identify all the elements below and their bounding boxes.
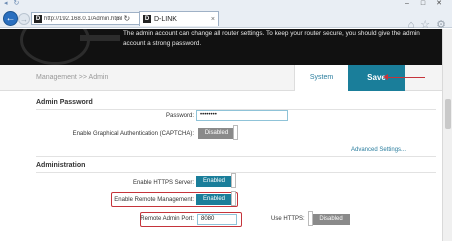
https-server-toggle[interactable]: Enabled (196, 176, 232, 187)
tab-favicon-icon: D (143, 15, 151, 23)
breadcrumb: Management >> Admin (36, 74, 109, 81)
captcha-toggle[interactable]: Disabled (198, 128, 235, 139)
back-button[interactable]: ← (3, 11, 18, 26)
key-shaft-graphic (80, 35, 120, 41)
password-input[interactable]: •••••••• (196, 110, 288, 121)
page-header-bar: Management >> Admin System Save (0, 65, 442, 91)
vertical-scrollbar[interactable] (442, 29, 452, 241)
refresh-quick-icon[interactable]: ↻ (14, 0, 20, 8)
router-admin-page: The admin account can change all router … (0, 29, 442, 241)
use-https-toggle-state: Disabled (319, 216, 343, 222)
admin-password-title: Admin Password (36, 99, 93, 106)
remote-management-toggle[interactable]: Enabled (196, 194, 232, 205)
tab-title: D-LINK (154, 15, 177, 23)
window-controls: – □ ✕ (400, 0, 446, 8)
maximize-button[interactable]: □ (416, 0, 430, 7)
remote-management-toggle-knob[interactable] (231, 191, 236, 206)
https-server-toggle-state: Enabled (202, 178, 226, 184)
captcha-label: Enable Graphical Authentication (CAPTCHA… (72, 131, 194, 137)
back-quick-icon[interactable]: ◂ (4, 0, 8, 8)
quick-access-toolbar: ◂ ↻ (4, 0, 19, 8)
info-banner: The admin account can change all router … (0, 29, 442, 65)
browser-tab[interactable]: D D-LINK × (139, 11, 219, 26)
annotation-arrow (383, 74, 425, 80)
address-bar-icons: ⌕ ↻ (116, 13, 130, 24)
close-window-button[interactable]: ✕ (432, 0, 446, 7)
search-icon[interactable]: ⌕ (116, 13, 120, 24)
system-tab[interactable]: System (294, 65, 348, 91)
tab-close-icon[interactable]: × (211, 16, 218, 23)
section-divider (36, 156, 436, 157)
remote-admin-port-label: Remote Admin Port: (140, 216, 194, 222)
browser-toolbar: ← → D http://192.168.0.1/Admin.html ⌕ ↻ … (0, 8, 452, 31)
advanced-settings-link[interactable]: Advanced Settings... (351, 147, 406, 153)
use-https-toggle[interactable]: Disabled (312, 214, 350, 225)
save-button[interactable]: Save (348, 65, 405, 91)
captcha-toggle-state: Disabled (204, 130, 229, 136)
refresh-icon[interactable]: ↻ (123, 13, 130, 24)
minimize-button[interactable]: – (400, 0, 414, 7)
use-https-toggle-knob[interactable] (308, 211, 313, 226)
administration-title: Administration (36, 162, 86, 169)
use-https-label: Use HTTPS: (271, 216, 305, 222)
remote-management-toggle-state: Enabled (202, 196, 226, 202)
https-server-toggle-knob[interactable] (231, 173, 236, 188)
remote-admin-port-input[interactable]: 8080 (197, 214, 237, 225)
section-divider (36, 172, 436, 173)
scrollbar-thumb[interactable] (445, 99, 451, 129)
forward-button[interactable]: → (18, 13, 30, 25)
window-titlebar: ◂ ↻ – □ ✕ (0, 0, 452, 8)
remote-management-label: Enable Remote Management: (114, 197, 194, 203)
banner-text: The admin account can change all router … (123, 30, 420, 47)
captcha-toggle-knob[interactable] (233, 125, 238, 140)
site-favicon-icon: D (34, 14, 42, 23)
https-server-label: Enable HTTPS Server: (132, 180, 194, 186)
password-label: Password: (165, 113, 194, 119)
